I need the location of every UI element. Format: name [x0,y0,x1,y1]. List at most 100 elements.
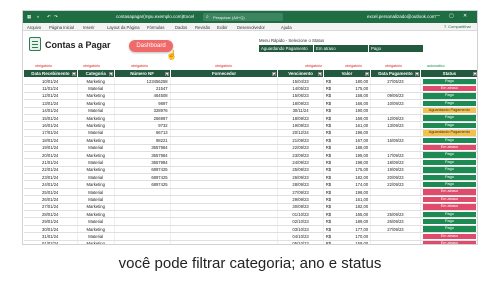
cell-numero-nf[interactable]: 9732 [114,121,171,130]
cell-vencimento[interactable]: 24/09/23 [277,158,324,167]
cell-status[interactable]: Pago [420,217,477,226]
cell-data-pagamento[interactable] [370,240,421,244]
cell-data-pagamento[interactable] [370,129,421,138]
cell-numero-nf[interactable] [114,203,171,212]
cell-numero-nf[interactable]: 6897425 [114,173,171,182]
cell-vencimento[interactable]: 25/09/23 [277,166,324,175]
table-row[interactable]: 12/01/24 Marketing 464508 15/06/23 R$ 158,00 0… [23,92,477,101]
filter-dropdown-icon[interactable]: ▾ [365,71,370,77]
cell-status[interactable]: Pago [420,173,477,182]
table-row[interactable]: 24/01/24 Marketing 6897425 28/09/23 R$ 174,00… [23,180,477,189]
table-row[interactable]: 27/01/24 Marketing 30/09/23 R$ 182,00 Em atra… [23,203,477,212]
cell-vencimento[interactable]: 30/09/23 [277,203,324,212]
cell-categoria[interactable]: Material [77,195,115,204]
filter-dropdown-icon[interactable]: ▾ [272,71,277,77]
cell-numero-nf[interactable]: 6897425 [114,180,171,189]
menu-revisao[interactable]: Revisão [195,25,210,30]
cell-categoria[interactable]: Material [77,173,115,182]
cell-categoria[interactable]: Marketing [77,121,115,130]
cell-data-recebimento[interactable]: 21/01/24 [23,158,78,167]
cell-numero-nf[interactable] [114,232,171,241]
share-button[interactable]: ⇪ Compartilhar [444,24,471,29]
cell-fornecedor[interactable] [170,84,279,93]
user-account[interactable]: excel.personalizado@outlook.com [367,14,436,19]
cell-valor[interactable]: R$ 175,00 [323,166,372,175]
menu-exibir[interactable]: Exibir [217,25,227,30]
cell-data-pagamento[interactable]: 10/09/23 [370,99,421,108]
cell-numero-nf[interactable]: 3657984 [114,151,171,160]
cell-numero-nf[interactable]: 3657984 [114,158,171,167]
cell-data-pagamento[interactable]: 17/09/23 [370,151,421,160]
cell-fornecedor[interactable] [170,92,279,101]
cell-valor[interactable]: R$ 167,00 [323,136,372,145]
cell-vencimento[interactable]: 18/09/23 [277,99,324,108]
cell-valor[interactable]: R$ 180,00 [323,77,372,86]
filter-dropdown-icon[interactable]: ▾ [164,71,169,77]
cell-status[interactable]: Pago [420,99,477,108]
cell-status[interactable]: Pago [420,77,477,86]
cell-numero-nf[interactable]: 9897 [114,99,171,108]
cell-categoria[interactable]: Material [77,144,115,152]
cell-vencimento[interactable]: 30/11/24 [277,107,324,115]
table-row[interactable]: 11/01/24 Material 21547 14/05/23 R$ 175,00 Em … [23,84,477,93]
table-row[interactable]: 31/01/24 Material 04/10/23 R$ 170,00 Em atras… [23,232,477,241]
column-header[interactable]: Categoria ▾ [76,69,115,78]
cell-categoria[interactable]: Marketing [77,77,115,86]
cell-data-pagamento[interactable] [370,203,421,212]
column-header[interactable]: Data Recebimento ▾ [23,69,78,78]
undo-icon[interactable]: ↶ [47,14,51,20]
menu-formulas[interactable]: Fórmulas [147,25,164,30]
cell-numero-nf[interactable]: 464508 [114,92,171,101]
cell-vencimento[interactable]: 15/04/23 [277,77,324,86]
cell-status[interactable]: Pago [420,151,477,160]
cell-categoria[interactable]: Marketing [77,99,115,108]
cell-categoria[interactable]: Marketing [77,225,115,234]
cell-numero-nf[interactable]: 123456258 [114,77,171,86]
filter-dropdown-icon[interactable]: ▾ [71,71,76,77]
cell-data-recebimento[interactable]: 22/01/24 [23,166,78,175]
filter-late-button[interactable]: Em atraso [314,45,368,52]
table-row[interactable]: 28/01/24 Marketing 01/10/23 R$ 165,00 25/09/2… [23,210,477,219]
menu-pagina-inicial[interactable]: Página Inicial [49,25,74,30]
cell-data-recebimento[interactable]: 28/01/24 [23,210,78,219]
redo-icon[interactable]: ↷ [54,14,58,20]
cell-data-recebimento[interactable]: 30/01/24 [23,225,78,234]
cell-numero-nf[interactable]: 66713 [114,129,171,138]
cell-valor[interactable]: R$ 170,00 [323,232,372,241]
cell-data-recebimento[interactable]: 18/01/24 [23,136,78,145]
column-header[interactable]: Número NF ▾ [113,69,171,78]
table-row[interactable]: 17/01/24 Material 66713 20/12/24 R$ 196,00 Agu… [23,129,477,138]
menu-dados[interactable]: Dados [175,25,187,30]
cell-vencimento[interactable]: 20/12/24 [277,129,324,138]
table-row[interactable]: 29/01/24 Material 02/10/23 R$ 189,00 26/09/23… [23,217,477,226]
menu-layout[interactable]: Layout da Página [107,25,140,30]
column-header[interactable]: Data Pagamento ▾ [370,69,421,78]
cell-status[interactable]: Pago [420,121,477,130]
cell-valor[interactable]: R$ 189,00 [323,217,372,226]
cell-categoria[interactable]: Marketing [77,136,115,145]
cell-categoria[interactable]: Marketing [77,151,115,160]
cell-fornecedor[interactable] [170,173,279,182]
cell-valor[interactable]: R$ 196,00 [323,188,372,197]
table-row[interactable]: 30/01/24 Marketing 03/10/23 R$ 177,00 27/09/2… [23,225,477,234]
cell-status[interactable]: Pago [420,166,477,175]
cell-data-pagamento[interactable]: 27/09/23 [370,225,421,234]
cell-data-pagamento[interactable] [370,232,421,241]
cell-numero-nf[interactable]: 6897425 [114,166,171,175]
cell-valor[interactable]: R$ 198,00 [323,158,372,167]
cell-data-pagamento[interactable]: 20/09/23 [370,173,421,182]
cell-numero-nf[interactable]: 328976 [114,107,171,115]
cell-status[interactable]: Em atraso [420,232,477,241]
cell-vencimento[interactable]: 22/09/23 [277,144,324,152]
cell-vencimento[interactable]: 28/09/23 [277,180,324,189]
cell-status[interactable]: Em atraso [420,240,477,244]
cell-categoria[interactable]: Material [77,232,115,241]
cell-fornecedor[interactable] [170,195,279,204]
cell-vencimento[interactable]: 05/10/23 [277,240,324,244]
cell-data-pagamento[interactable]: 26/09/23 [370,217,421,226]
cell-data-pagamento[interactable] [370,195,421,204]
cell-valor[interactable]: R$ 161,00 [323,195,372,204]
table-row[interactable]: 16/01/24 Marketing 9732 19/09/23 R$ 161,00 13/… [23,121,477,130]
cell-valor[interactable]: R$ 177,00 [323,225,372,234]
cell-fornecedor[interactable] [170,136,279,145]
